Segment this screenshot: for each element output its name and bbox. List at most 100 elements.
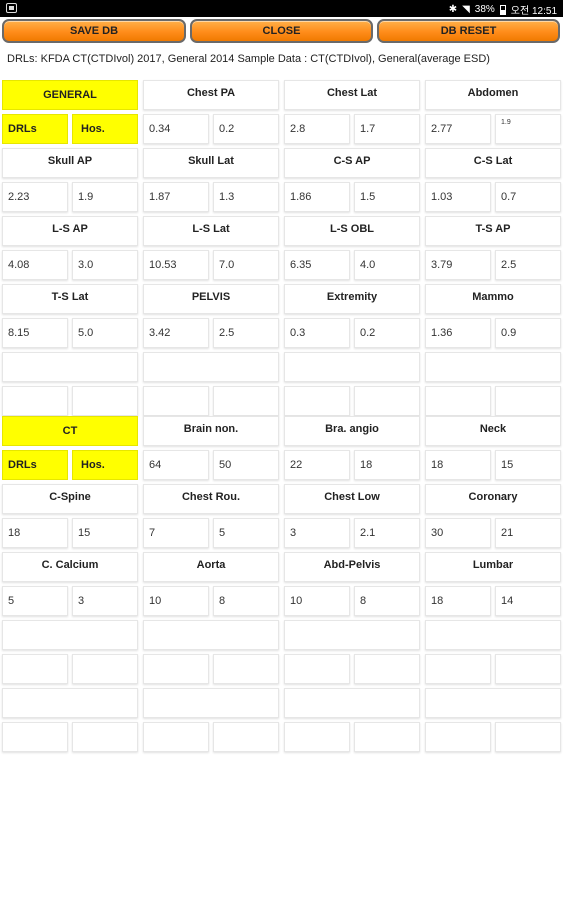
hos-value-field[interactable]: 15 bbox=[72, 518, 138, 548]
hos-value-field[interactable]: 5.0 bbox=[72, 318, 138, 348]
drl-value-field[interactable]: 1.86 bbox=[284, 182, 350, 212]
hos-value-field[interactable]: 3.0 bbox=[72, 250, 138, 280]
hos-value-field[interactable]: 1.9 bbox=[495, 114, 561, 144]
drl-value-field[interactable]: 8.15 bbox=[2, 318, 68, 348]
clock: 오전 12:51 bbox=[510, 6, 557, 17]
empty-drl-field[interactable] bbox=[425, 386, 491, 416]
hos-value-field[interactable]: 3 bbox=[72, 586, 138, 616]
empty-hos-field[interactable] bbox=[213, 722, 279, 752]
drl-value-field[interactable]: 18 bbox=[425, 586, 491, 616]
drl-value-field[interactable]: 10 bbox=[284, 586, 350, 616]
drl-value-field[interactable]: 4.08 bbox=[2, 250, 68, 280]
empty-drl-field[interactable] bbox=[143, 654, 209, 684]
ct-drls-label: DRLs bbox=[2, 450, 68, 480]
drl-value-field[interactable]: 1.36 bbox=[425, 318, 491, 348]
hos-value-field[interactable]: 8 bbox=[354, 586, 420, 616]
db-reset-button[interactable]: DB RESET bbox=[377, 19, 560, 43]
hos-value-field[interactable]: 0.7 bbox=[495, 182, 561, 212]
empty-name-cell[interactable] bbox=[143, 620, 279, 650]
drl-value-field[interactable]: 18 bbox=[2, 518, 68, 548]
drl-value-field[interactable]: 64 bbox=[143, 450, 209, 480]
empty-name-cell[interactable] bbox=[284, 620, 420, 650]
empty-drl-field[interactable] bbox=[425, 654, 491, 684]
hos-value-field[interactable]: 4.0 bbox=[354, 250, 420, 280]
drl-value-field[interactable]: 3 bbox=[284, 518, 350, 548]
empty-hos-field[interactable] bbox=[495, 386, 561, 416]
drl-value-field[interactable]: 1.87 bbox=[143, 182, 209, 212]
empty-hos-field[interactable] bbox=[72, 386, 138, 416]
empty-hos-field[interactable] bbox=[354, 722, 420, 752]
hos-value-field[interactable]: 7.0 bbox=[213, 250, 279, 280]
close-button[interactable]: CLOSE bbox=[190, 19, 373, 43]
hos-value-field[interactable]: 18 bbox=[354, 450, 420, 480]
hos-value-field[interactable]: 0.9 bbox=[495, 318, 561, 348]
empty-name-cell[interactable] bbox=[425, 688, 561, 718]
general-title: GENERAL bbox=[2, 80, 138, 110]
empty-name-cell[interactable] bbox=[2, 620, 138, 650]
hos-value-field[interactable]: 2.5 bbox=[495, 250, 561, 280]
empty-drl-field[interactable] bbox=[143, 722, 209, 752]
hos-value-field[interactable]: 1.5 bbox=[354, 182, 420, 212]
empty-drl-field[interactable] bbox=[284, 654, 350, 684]
hos-value-field[interactable]: 1.9 bbox=[72, 182, 138, 212]
drl-value-field[interactable]: 7 bbox=[143, 518, 209, 548]
empty-drl-field[interactable] bbox=[143, 386, 209, 416]
hos-value-field[interactable]: 1.7 bbox=[354, 114, 420, 144]
empty-drl-field[interactable] bbox=[2, 722, 68, 752]
empty-hos-field[interactable] bbox=[72, 722, 138, 752]
drl-value-field[interactable]: 5 bbox=[2, 586, 68, 616]
empty-hos-field[interactable] bbox=[354, 386, 420, 416]
drl-value-field[interactable]: 18 bbox=[425, 450, 491, 480]
item-name: Abd-Pelvis bbox=[284, 552, 420, 582]
empty-hos-field[interactable] bbox=[495, 722, 561, 752]
drl-value-field[interactable]: 0.34 bbox=[143, 114, 209, 144]
empty-drl-field[interactable] bbox=[2, 386, 68, 416]
empty-hos-field[interactable] bbox=[213, 654, 279, 684]
empty-name-cell[interactable] bbox=[284, 352, 420, 382]
empty-hos-field[interactable] bbox=[213, 386, 279, 416]
empty-name-cell[interactable] bbox=[143, 688, 279, 718]
empty-drl-field[interactable] bbox=[284, 386, 350, 416]
drl-value-field[interactable]: 6.35 bbox=[284, 250, 350, 280]
drl-value-field[interactable]: 1.03 bbox=[425, 182, 491, 212]
hos-value-field[interactable]: 50 bbox=[213, 450, 279, 480]
drl-value-field[interactable]: 3.79 bbox=[425, 250, 491, 280]
save-db-button[interactable]: SAVE DB bbox=[2, 19, 186, 43]
hos-value-field[interactable]: 0.2 bbox=[354, 318, 420, 348]
hos-value-field[interactable]: 14 bbox=[495, 586, 561, 616]
empty-name-cell[interactable] bbox=[425, 620, 561, 650]
empty-drl-field[interactable] bbox=[425, 722, 491, 752]
drl-value-field[interactable]: 2.23 bbox=[2, 182, 68, 212]
hos-value-field[interactable]: 5 bbox=[213, 518, 279, 548]
item-name: Abdomen bbox=[425, 80, 561, 110]
hos-value-field[interactable]: 21 bbox=[495, 518, 561, 548]
gallery-icon bbox=[6, 3, 17, 13]
drl-value-field[interactable]: 3.42 bbox=[143, 318, 209, 348]
wifi-icon: ◥ bbox=[462, 3, 470, 15]
hos-value-field[interactable]: 8 bbox=[213, 586, 279, 616]
empty-name-cell[interactable] bbox=[284, 688, 420, 718]
drl-value-field[interactable]: 22 bbox=[284, 450, 350, 480]
drl-value-field[interactable]: 30 bbox=[425, 518, 491, 548]
drl-value-field[interactable]: 2.77 bbox=[425, 114, 491, 144]
hos-value-field[interactable]: 1.3 bbox=[213, 182, 279, 212]
drl-value-field[interactable]: 10 bbox=[143, 586, 209, 616]
empty-hos-field[interactable] bbox=[354, 654, 420, 684]
empty-drl-field[interactable] bbox=[2, 654, 68, 684]
drl-value-field[interactable]: 0.3 bbox=[284, 318, 350, 348]
empty-name-cell[interactable] bbox=[143, 352, 279, 382]
drl-value-field[interactable]: 10.53 bbox=[143, 250, 209, 280]
drl-value-field[interactable]: 2.8 bbox=[284, 114, 350, 144]
hos-value-field[interactable]: 2.5 bbox=[213, 318, 279, 348]
hos-value-field[interactable]: 2.1 bbox=[354, 518, 420, 548]
empty-hos-field[interactable] bbox=[495, 654, 561, 684]
empty-drl-field[interactable] bbox=[284, 722, 350, 752]
item-name: L-S AP bbox=[2, 216, 138, 246]
empty-name-cell[interactable] bbox=[2, 688, 138, 718]
empty-hos-field[interactable] bbox=[72, 654, 138, 684]
empty-name-cell[interactable] bbox=[425, 352, 561, 382]
empty-name-cell[interactable] bbox=[2, 352, 138, 382]
item-name: Neck bbox=[425, 416, 561, 446]
hos-value-field[interactable]: 15 bbox=[495, 450, 561, 480]
hos-value-field[interactable]: 0.2 bbox=[213, 114, 279, 144]
